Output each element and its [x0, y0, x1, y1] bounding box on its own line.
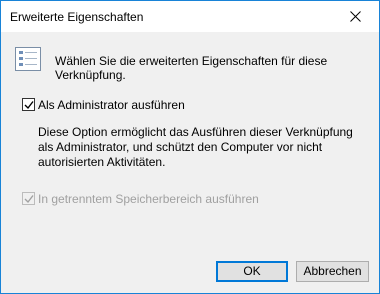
- ok-button[interactable]: OK: [216, 261, 288, 282]
- header-instruction: Wählen Sie die erweiterten Eigenschaften…: [55, 54, 328, 82]
- checklist-icon: [15, 47, 41, 71]
- separate-memory-checkbox: [22, 192, 35, 205]
- checkmark-icon: [24, 101, 34, 110]
- checkmark-icon: [24, 195, 34, 204]
- close-button[interactable]: [333, 1, 379, 32]
- run-as-admin-checkbox[interactable]: [22, 98, 35, 111]
- title-bar[interactable]: Erweiterte Eigenschaften: [1, 1, 379, 32]
- separate-memory-label: In getrenntem Speicherbereich ausführen: [38, 192, 259, 206]
- cancel-button[interactable]: Abbrechen: [296, 261, 369, 282]
- close-icon: [350, 11, 361, 22]
- advanced-properties-dialog: Erweiterte Eigenschaften Wählen Sie die …: [0, 0, 380, 294]
- run-as-admin-description: Diese Option ermöglicht das Ausführen di…: [38, 125, 353, 169]
- run-as-admin-label[interactable]: Als Administrator ausführen: [38, 98, 185, 112]
- window-title: Erweiterte Eigenschaften: [10, 10, 144, 24]
